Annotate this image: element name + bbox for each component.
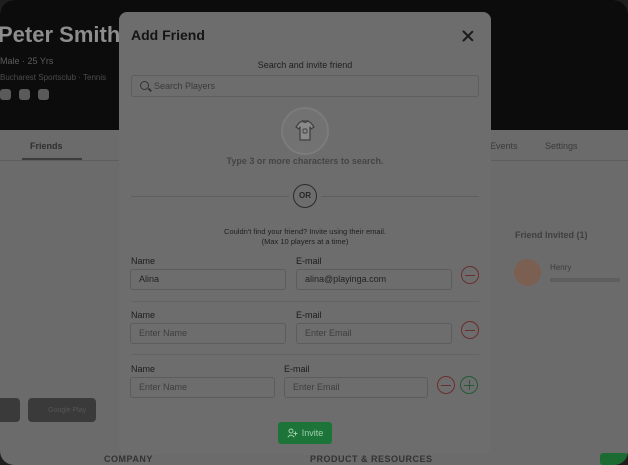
facebook-icon[interactable] [19, 89, 30, 100]
friend-name: Henry [550, 263, 572, 272]
search-icon [140, 81, 149, 90]
name-field[interactable]: Enter Name [130, 323, 286, 344]
search-box [131, 75, 479, 97]
profile-name: Peter Smith [0, 22, 121, 47]
invite-note-line: Couldn't find your friend? Invite using … [224, 227, 386, 236]
google-play-badge[interactable]: Google Play [28, 398, 96, 422]
remove-row-button[interactable] [461, 266, 479, 284]
email-field[interactable]: Enter Email [296, 323, 452, 344]
avatar [514, 259, 541, 286]
shirt-placeholder [281, 107, 329, 155]
or-badge: OR [293, 184, 317, 208]
name-field[interactable]: Alina [130, 269, 286, 290]
profile-sub: Bucharest Sportsclub · Tennis [0, 73, 107, 82]
search-hint: Type 3 or more characters to search. [226, 156, 384, 166]
name-label: Name [131, 364, 156, 374]
name-label: Name [131, 256, 156, 266]
instagram-icon[interactable] [0, 89, 11, 100]
tab-events[interactable]: Events [490, 141, 518, 151]
footer-company: COMPANY [104, 454, 153, 464]
profile-meta: Male · 25 Yrs [0, 56, 54, 66]
divider [131, 196, 289, 197]
invite-button[interactable]: Invite [278, 422, 332, 444]
email-field[interactable]: alina@playinga.com [296, 269, 452, 290]
friend-detail-placeholder [550, 278, 620, 282]
chat-widget-button[interactable] [600, 453, 628, 465]
tab-underline [22, 158, 82, 160]
search-input[interactable] [154, 76, 474, 96]
tab-settings[interactable]: Settings [545, 141, 578, 151]
invite-note: Couldn't find your friend? Invite using … [119, 227, 491, 247]
invite-button-label: Invite [301, 428, 324, 438]
row-separator [131, 354, 479, 355]
modal-title: Add Friend [131, 27, 205, 43]
remove-row-button[interactable] [461, 321, 479, 339]
close-icon[interactable] [461, 29, 475, 43]
name-label: Name [131, 310, 156, 320]
name-field[interactable]: Enter Name [130, 377, 275, 398]
shirt-icon [295, 120, 315, 141]
email-label: E-mail [296, 310, 322, 320]
add-friend-modal: Add Friend Search and invite friend Type… [119, 12, 491, 455]
tab-friends[interactable]: Friends [30, 141, 63, 151]
remove-row-button[interactable] [437, 376, 455, 394]
email-label: E-mail [296, 256, 322, 266]
row-separator [131, 301, 479, 302]
google-play-label: Google Play [48, 407, 87, 414]
friends-invited-title: Friend Invited (1) [515, 230, 588, 240]
footer-product: PRODUCT & RESOURCES [310, 454, 433, 464]
email-field[interactable]: Enter Email [284, 377, 428, 398]
modal-subtitle: Search and invite friend [257, 60, 353, 70]
app-frame: Peter Smith Male · 25 Yrs Bucharest Spor… [0, 0, 628, 465]
linkedin-icon[interactable] [38, 89, 49, 100]
email-label: E-mail [284, 364, 310, 374]
add-row-button[interactable] [460, 376, 478, 394]
app-store-badge[interactable] [0, 398, 20, 422]
divider [321, 196, 479, 197]
invite-note-line: (Max 10 players at a time) [261, 237, 349, 246]
add-user-icon [287, 428, 298, 438]
social-links [0, 89, 49, 100]
